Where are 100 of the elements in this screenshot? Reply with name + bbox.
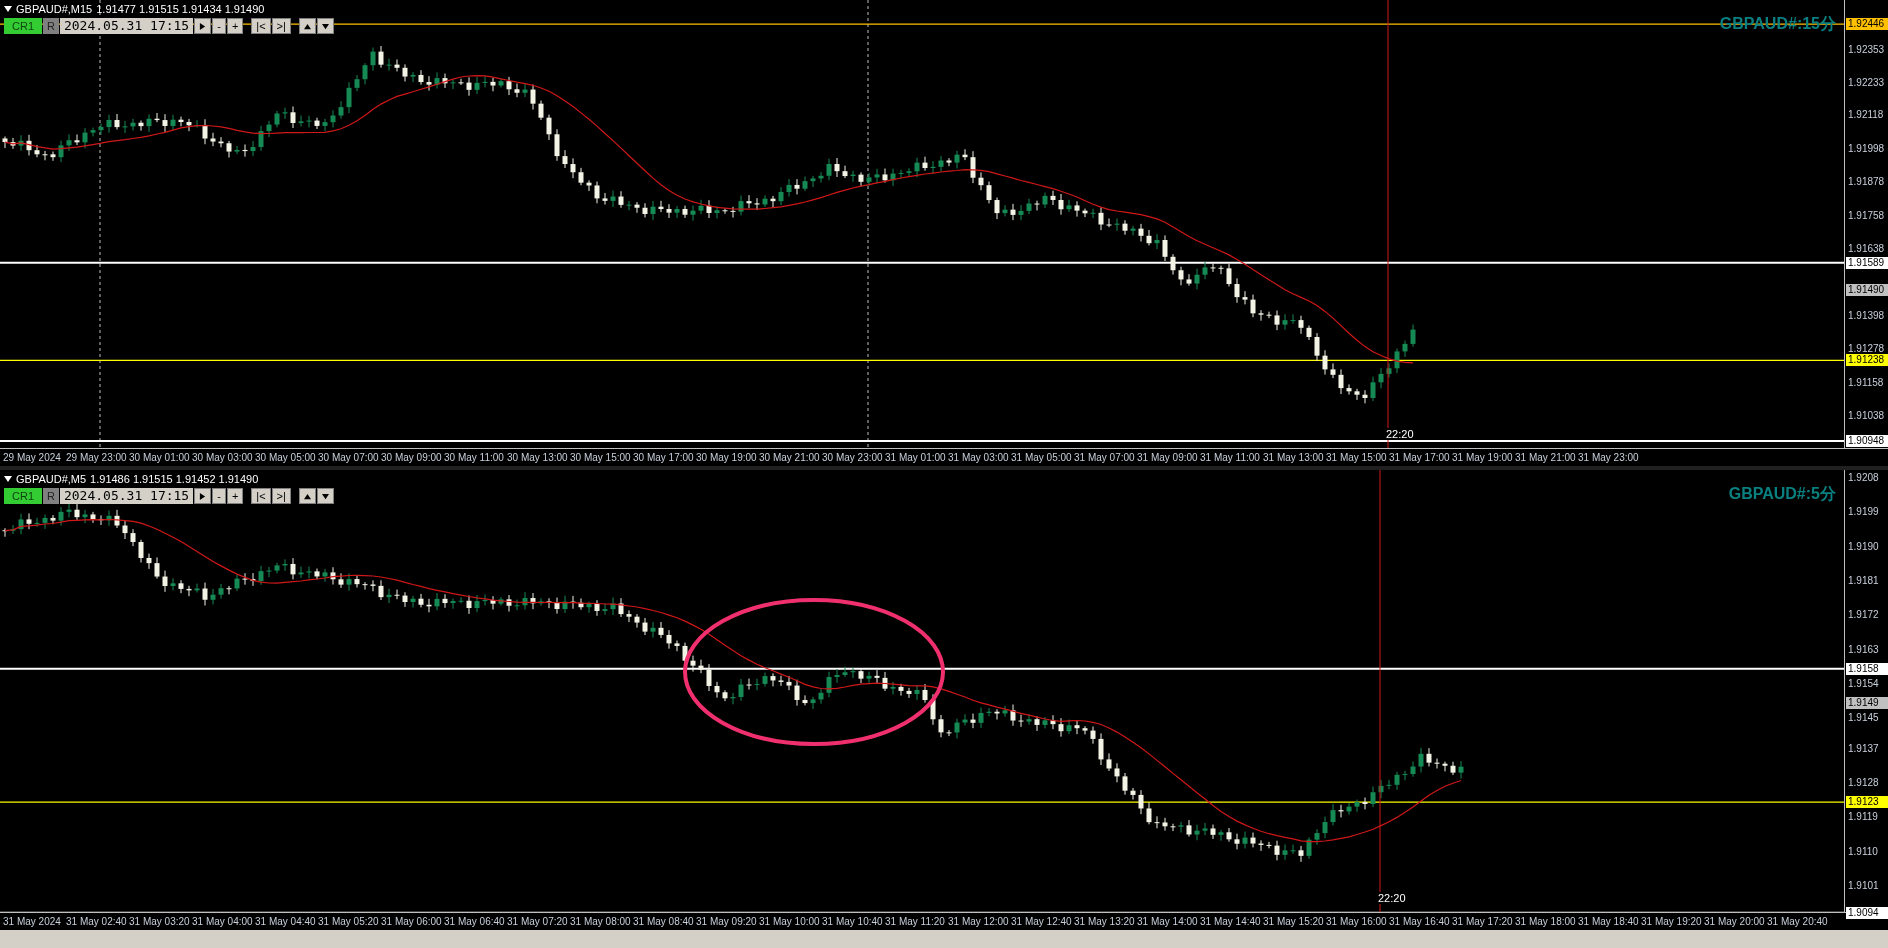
- time-axis-label: 31 May 08:00: [569, 915, 630, 928]
- price-tick-label: 1.9137: [1848, 742, 1879, 755]
- time-axis-label: 31 May 08:40: [632, 915, 693, 928]
- time-axis-label: 31 May 06:00: [380, 915, 441, 928]
- time-axis-label: 30 May 23:00: [821, 451, 882, 464]
- time-axis-label: 31 May 15:00: [1325, 451, 1386, 464]
- time-axis-label: 31 May 09:20: [695, 915, 756, 928]
- price-tick-label: 1.91038: [1848, 410, 1885, 422]
- time-axis-label: 30 May 01:00: [128, 451, 189, 464]
- zoom-button[interactable]: +: [226, 18, 244, 34]
- time-axis-label: 31 May 07:20: [506, 915, 567, 928]
- time-axis-label: 31 May 05:00: [1010, 451, 1071, 464]
- time-axis-label: 31 May 14:00: [1136, 915, 1197, 928]
- cr-button[interactable]: CR1: [4, 18, 42, 34]
- time-axis-label: 31 May 17:00: [1388, 451, 1449, 464]
- price-tick-label: 1.92118: [1848, 109, 1884, 122]
- time-axis-label: 30 May 07:00: [317, 451, 378, 464]
- time-axis-label: 30 May 21:00: [758, 451, 819, 464]
- price-tick-label: 1.91278: [1848, 343, 1885, 355]
- jump-button[interactable]: |<: [251, 18, 271, 34]
- price-tick-label: 1.91998: [1848, 142, 1885, 155]
- jump-button[interactable]: >|: [271, 488, 291, 504]
- price-tick-label: 1.9128: [1848, 777, 1879, 790]
- date-field[interactable]: 2024.05.31 17:15: [59, 18, 194, 34]
- time-axis-label: 31 May 14:40: [1199, 915, 1260, 928]
- time-axis-label: 31 May 21:00: [1514, 451, 1575, 464]
- time-axis-label: 31 May 18:00: [1514, 915, 1575, 928]
- time-axis-label: 31 May 13:20: [1073, 915, 1134, 928]
- time-axis-label: 30 May 11:00: [443, 451, 504, 464]
- time-axis-label: 31 May 01:00: [884, 451, 945, 464]
- price-tick-label: 1.91638: [1848, 243, 1885, 255]
- price-tick-label: 1.9145: [1848, 712, 1879, 725]
- time-axis-label: 31 May 02:40: [65, 915, 126, 928]
- cursor-time-label: 22:20: [1378, 892, 1406, 904]
- level-price-tag: 1.91238: [1846, 354, 1888, 367]
- time-axis-label: 31 May 03:00: [947, 451, 1008, 464]
- time-axis-label: 31 May 12:00: [947, 915, 1008, 928]
- level-price-tag: 1.9094: [1846, 906, 1888, 919]
- time-axis-label: 30 May 13:00: [506, 451, 567, 464]
- price-tick-label: 1.9190: [1848, 540, 1879, 553]
- level-price-tag: 1.90948: [1846, 435, 1888, 448]
- price-tick-label: 1.91878: [1848, 176, 1885, 189]
- price-tick-label: 1.9163: [1848, 643, 1879, 656]
- price-tick-label: 1.9119: [1848, 811, 1878, 824]
- time-axis-label: 31 May 09:00: [1136, 451, 1197, 464]
- level-price-tag: 1.9123: [1846, 796, 1888, 809]
- time-axis-label: 30 May 09:00: [380, 451, 441, 464]
- time-axis-label: 31 May 2024: [2, 915, 62, 928]
- time-axis-label: 30 May 05:00: [254, 451, 315, 464]
- r-button[interactable]: R: [43, 488, 59, 504]
- zoom-button[interactable]: -: [212, 488, 226, 504]
- price-tick-label: 1.91398: [1848, 309, 1885, 322]
- time-axis-label: 31 May 11:20: [884, 915, 945, 928]
- jump-button[interactable]: |<: [251, 488, 271, 504]
- time-axis-label: 31 May 20:00: [1703, 915, 1764, 928]
- time-axis-label: 31 May 19:20: [1640, 915, 1701, 928]
- price-tick-label: 1.91758: [1848, 209, 1885, 222]
- level-price-tag: 1.9158: [1846, 662, 1888, 675]
- time-axis-label: 31 May 04:40: [254, 915, 315, 928]
- price-tick-label: 1.91158: [1848, 376, 1884, 389]
- price-tick-label: 1.9154: [1848, 677, 1879, 690]
- time-axis-label: 31 May 10:00: [758, 915, 819, 928]
- time-axis-label: 31 May 06:40: [443, 915, 504, 928]
- symbol-label: GBPAUD#,M5: [16, 472, 87, 486]
- bid-price-tag: 1.91490: [1846, 284, 1888, 297]
- ohlc-values: 1.91486 1.91515 1.91452 1.91490: [90, 472, 259, 486]
- level-price-tag: 1.92446: [1846, 18, 1888, 31]
- price-tick-label: 1.9101: [1848, 880, 1879, 892]
- time-axis-label: 31 May 16:00: [1325, 915, 1386, 928]
- ohlc-values: 1.91477 1.91515 1.91434 1.91490: [96, 2, 265, 16]
- time-axis-label: 29 May 23:00: [65, 451, 126, 464]
- cr-button[interactable]: CR1: [4, 488, 42, 504]
- price-tick-label: 1.9172: [1848, 609, 1879, 622]
- r-button[interactable]: R: [43, 18, 59, 34]
- zoom-button[interactable]: -: [212, 18, 226, 34]
- price-tick-label: 1.92353: [1848, 44, 1885, 56]
- price-tick-label: 1.9208: [1848, 472, 1879, 484]
- time-axis-label: 31 May 07:00: [1073, 451, 1134, 464]
- time-axis-label: 31 May 12:40: [1010, 915, 1071, 928]
- chart-title: GBPAUD#:5分: [1728, 484, 1836, 504]
- level-price-tag: 1.91589: [1846, 256, 1888, 269]
- time-axis-label: 31 May 20:40: [1766, 915, 1827, 928]
- time-axis-label: 29 May 2024: [2, 451, 62, 464]
- price-tick-label: 1.9181: [1848, 574, 1879, 587]
- jump-button[interactable]: >|: [271, 18, 291, 34]
- time-axis-label: 31 May 18:40: [1577, 915, 1638, 928]
- time-axis-label: 31 May 17:20: [1451, 915, 1512, 928]
- price-tick-label: 1.9110: [1848, 845, 1878, 858]
- time-axis-label: 31 May 23:00: [1577, 451, 1638, 464]
- cursor-time-label: 22:20: [1386, 428, 1414, 440]
- time-axis-label: 31 May 04:00: [191, 915, 252, 928]
- time-axis-label: 31 May 19:00: [1451, 451, 1512, 464]
- symbol-label: GBPAUD#,M15: [16, 2, 93, 16]
- time-axis-label: 30 May 15:00: [569, 451, 630, 464]
- date-field[interactable]: 2024.05.31 17:15: [59, 488, 194, 504]
- price-tick-label: 1.92233: [1848, 77, 1885, 90]
- time-axis-label: 31 May 16:40: [1388, 915, 1449, 928]
- price-tick-label: 1.9199: [1848, 506, 1879, 519]
- zoom-button[interactable]: +: [226, 488, 244, 504]
- time-axis-label: 31 May 15:20: [1262, 915, 1323, 928]
